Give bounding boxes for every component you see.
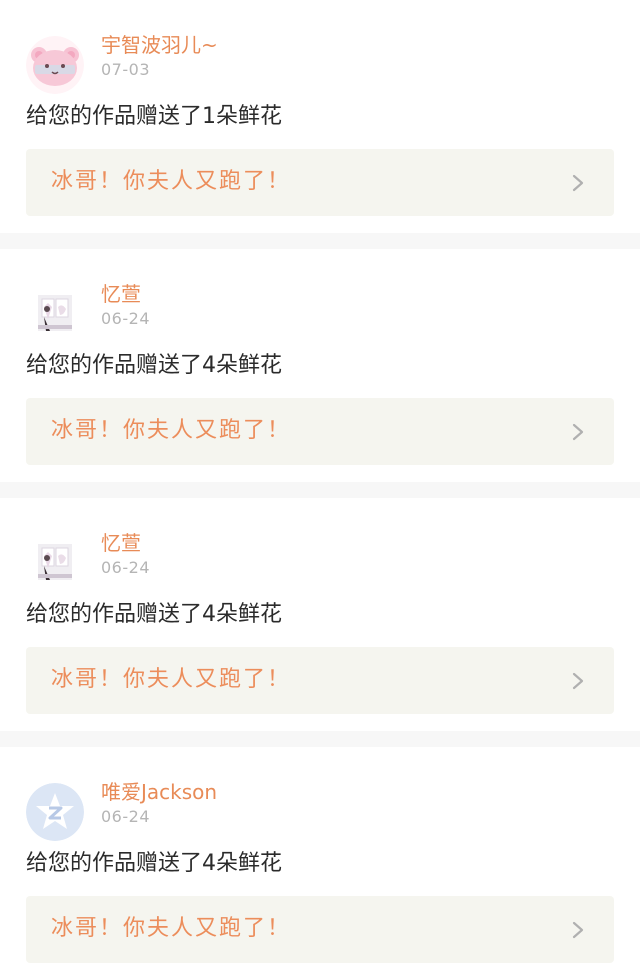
gift-message: 给您的作品赠送了1朵鲜花 bbox=[26, 104, 282, 129]
gift-message: 给您的作品赠送了4朵鲜花 bbox=[26, 851, 282, 876]
photo-avatar-icon bbox=[26, 285, 84, 343]
gift-notification-item: 忆萱 06-24 给您的作品赠送了4朵鲜花 冰哥！你夫人又跑了！ bbox=[0, 249, 640, 482]
avatar[interactable] bbox=[26, 534, 84, 592]
work-title: 冰哥！你夫人又跑了！ bbox=[51, 916, 292, 941]
work-link-card[interactable]: 冰哥！你夫人又跑了！ bbox=[26, 149, 614, 216]
gift-notification-feed: 宇智波羽儿~ 07-03 给您的作品赠送了1朵鲜花 冰哥！你夫人又跑了！ 忆萱 … bbox=[0, 0, 640, 977]
item-divider bbox=[0, 482, 640, 498]
avatar[interactable] bbox=[26, 783, 84, 841]
gift-message: 给您的作品赠送了4朵鲜花 bbox=[26, 353, 282, 378]
gift-message: 给您的作品赠送了4朵鲜花 bbox=[26, 602, 282, 627]
pink-bear-avatar-icon bbox=[26, 36, 84, 94]
gift-notification-item: 唯爱Jackson 06-24 给您的作品赠送了4朵鲜花 冰哥！你夫人又跑了！ bbox=[0, 747, 640, 977]
work-title: 冰哥！你夫人又跑了！ bbox=[51, 169, 292, 194]
photo-avatar-icon bbox=[26, 534, 84, 592]
work-link-card[interactable]: 冰哥！你夫人又跑了！ bbox=[26, 647, 614, 714]
work-link-card[interactable]: 冰哥！你夫人又跑了！ bbox=[26, 896, 614, 963]
gift-notification-item: 宇智波羽儿~ 07-03 给您的作品赠送了1朵鲜花 冰哥！你夫人又跑了！ bbox=[0, 0, 640, 233]
item-divider bbox=[0, 731, 640, 747]
gift-date: 06-24 bbox=[101, 309, 150, 328]
chevron-right-icon bbox=[570, 174, 586, 192]
avatar[interactable] bbox=[26, 285, 84, 343]
chevron-right-icon bbox=[570, 921, 586, 939]
gift-notification-item: 忆萱 06-24 给您的作品赠送了4朵鲜花 冰哥！你夫人又跑了！ bbox=[0, 498, 640, 731]
avatar[interactable] bbox=[26, 36, 84, 94]
gift-date: 07-03 bbox=[101, 60, 150, 79]
username[interactable]: 唯爱Jackson bbox=[101, 779, 217, 805]
gift-date: 06-24 bbox=[101, 807, 150, 826]
username[interactable]: 忆萱 bbox=[101, 281, 141, 307]
work-link-card[interactable]: 冰哥！你夫人又跑了！ bbox=[26, 398, 614, 465]
chevron-right-icon bbox=[570, 423, 586, 441]
gift-date: 06-24 bbox=[101, 558, 150, 577]
qzone-star-avatar-icon bbox=[26, 783, 84, 841]
item-divider bbox=[0, 233, 640, 249]
username[interactable]: 宇智波羽儿~ bbox=[101, 32, 218, 58]
work-title: 冰哥！你夫人又跑了！ bbox=[51, 667, 292, 692]
chevron-right-icon bbox=[570, 672, 586, 690]
username[interactable]: 忆萱 bbox=[101, 530, 141, 556]
work-title: 冰哥！你夫人又跑了！ bbox=[51, 418, 292, 443]
